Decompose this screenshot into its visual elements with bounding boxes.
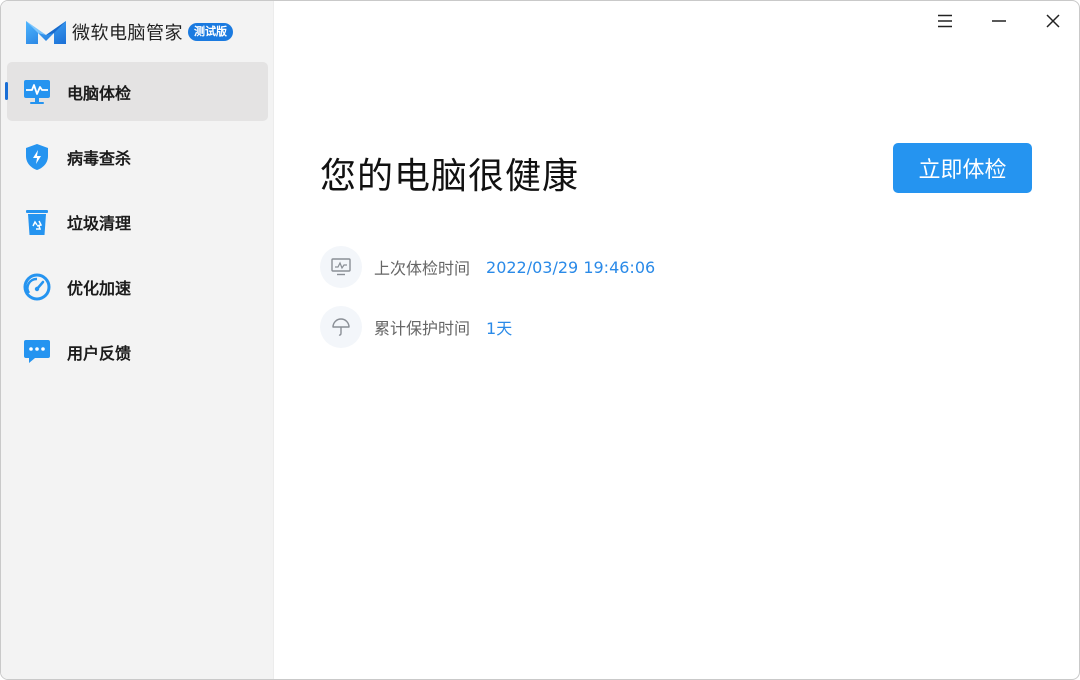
health-status-heading: 您的电脑很健康 [320, 156, 580, 197]
close-button[interactable] [1033, 7, 1073, 35]
close-icon [1046, 14, 1060, 28]
brand: 微软电脑管家 测试版 [25, 17, 233, 47]
last-check-row: 上次体检时间 2022/03/29 19:46:06 [320, 246, 655, 288]
sidebar-item-pc-checkup[interactable]: 电脑体检 [5, 62, 268, 121]
menu-icon [938, 14, 952, 28]
app-window: 微软电脑管家 测试版 电脑体检 病毒查杀 垃圾清理 优化加速 用户反馈 您的电脑… [0, 0, 1080, 680]
monitor-pulse-icon [22, 77, 52, 107]
sidebar-item-junk-cleanup[interactable]: 垃圾清理 [7, 192, 268, 251]
minimize-button[interactable] [979, 7, 1019, 35]
protection-time-value: 1天 [486, 319, 513, 338]
last-check-label: 上次体检时间 [374, 259, 471, 278]
sidebar: 微软电脑管家 测试版 电脑体检 病毒查杀 垃圾清理 优化加速 用户反馈 [1, 1, 274, 679]
sidebar-item-feedback[interactable]: 用户反馈 [7, 322, 268, 381]
sidebar-nav: 电脑体检 病毒查杀 垃圾清理 优化加速 用户反馈 [5, 62, 268, 387]
sidebar-item-optimize[interactable]: 优化加速 [7, 257, 268, 316]
sidebar-item-label: 用户反馈 [67, 343, 132, 363]
sidebar-item-label: 垃圾清理 [67, 213, 132, 233]
active-indicator [5, 82, 8, 100]
sidebar-item-label: 电脑体检 [67, 83, 132, 103]
menu-button[interactable] [925, 7, 965, 35]
start-checkup-button[interactable]: 立即体检 [893, 143, 1032, 193]
sidebar-item-label: 病毒查杀 [67, 148, 132, 168]
sidebar-item-label: 优化加速 [67, 278, 132, 298]
umbrella-icon [320, 306, 362, 348]
protection-time-label: 累计保护时间 [374, 319, 471, 338]
minimize-icon [992, 20, 1006, 22]
shield-bolt-icon [22, 142, 52, 172]
speedometer-icon [22, 272, 52, 302]
app-title: 微软电脑管家 [72, 23, 183, 44]
protection-time-row: 累计保护时间 1天 [320, 306, 512, 348]
chat-bubble-icon [22, 337, 52, 367]
beta-badge: 测试版 [188, 23, 233, 41]
monitor-icon [320, 246, 362, 288]
recycle-bin-icon [22, 207, 52, 237]
last-check-value: 2022/03/29 19:46:06 [486, 257, 656, 277]
sidebar-item-virus-scan[interactable]: 病毒查杀 [7, 127, 268, 186]
app-logo-icon [26, 21, 66, 44]
